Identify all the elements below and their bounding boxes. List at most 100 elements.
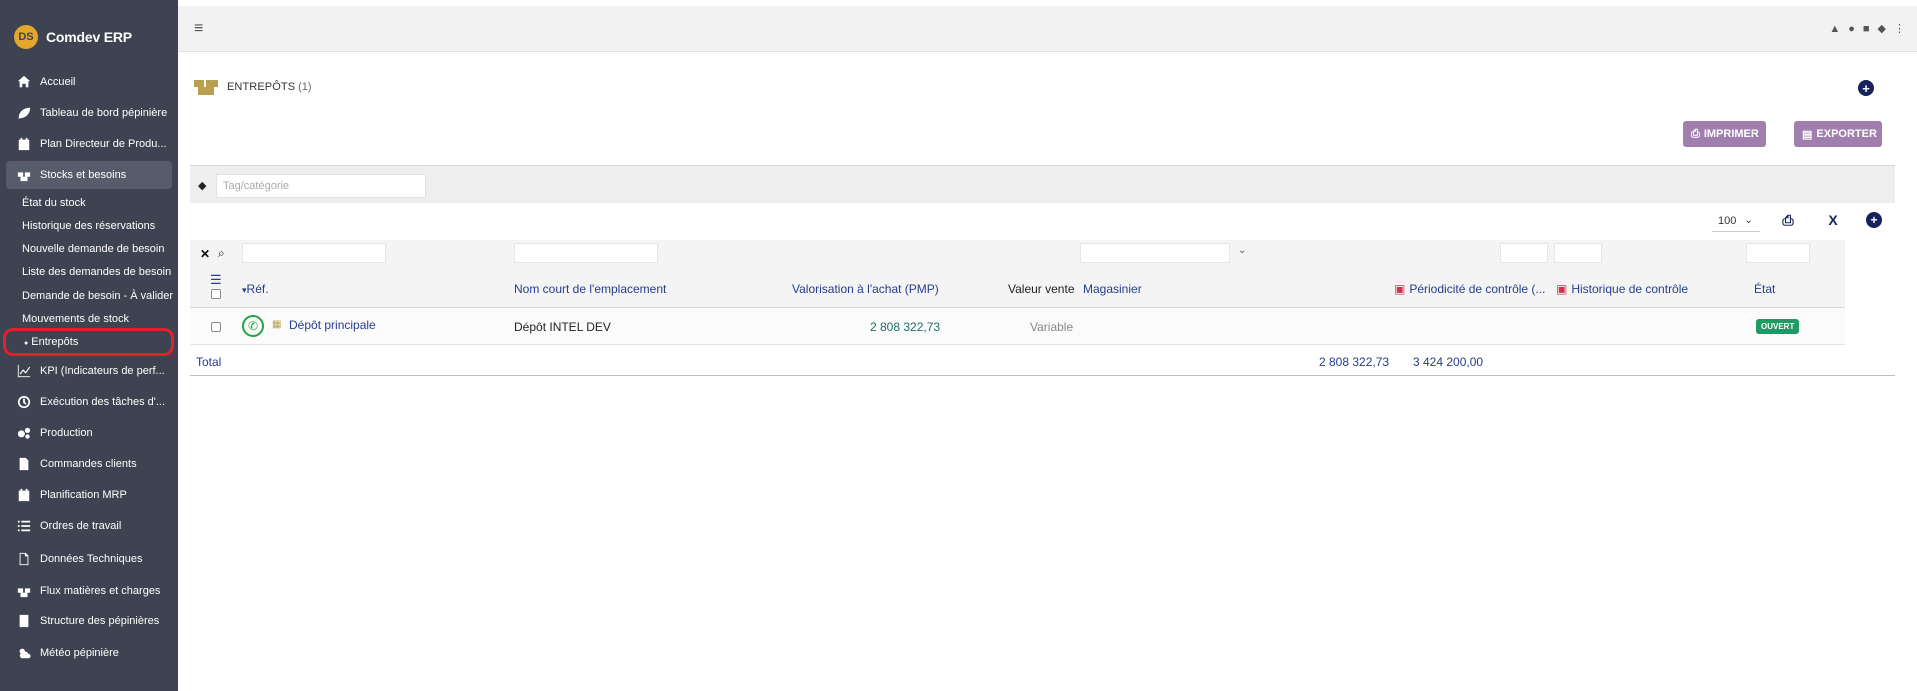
print-list-icon[interactable]: ⎙ (1779, 212, 1797, 230)
sidebar-item-donnees-techniques[interactable]: Données Techniques (6, 545, 172, 573)
cell-short-name: Dépôt INTEL DEV (514, 320, 611, 334)
state-filter-select[interactable] (1746, 243, 1810, 263)
weather-icon (16, 645, 32, 661)
short-name-filter-input[interactable] (514, 243, 658, 263)
column-list-icon[interactable]: ☰ (210, 272, 222, 288)
app-title: Comdev ERP (46, 29, 132, 45)
hamburger-menu-icon[interactable]: ≡ (194, 20, 203, 38)
sidebar-item-label: Plan Directeur de Produ... (40, 138, 167, 150)
clock-icon (16, 394, 32, 410)
search-filter-row: ✕ ⌕ ⌄ (190, 240, 1845, 270)
storekeeper-filter-input[interactable] (1080, 243, 1230, 263)
sidebar-item-production[interactable]: Production (6, 419, 172, 447)
sidebar-item-plan-directeur[interactable]: Plan Directeur de Produ... (6, 130, 172, 158)
header-short-name[interactable]: Nom court de l'emplacement (514, 282, 666, 296)
add-record-button[interactable]: + (1858, 80, 1874, 96)
export-label: EXPORTER (1816, 128, 1877, 140)
header-control-period-label: Périodicité de contrôle (... (1409, 282, 1546, 296)
document-icon (16, 551, 32, 567)
sidebar-item-kpi[interactable]: KPI (Indicateurs de perf... (6, 357, 172, 385)
top-bar: ≡ ▲ ● ■ ◆ ⋮ (178, 6, 1917, 52)
control-period-filter-input[interactable] (1500, 243, 1548, 263)
header-control-period[interactable]: ▣ Périodicité de contrôle (... (1394, 282, 1545, 296)
sidebar-item-accueil[interactable]: Accueil (6, 68, 172, 96)
gears-icon (16, 425, 32, 441)
warehouse-ref-link[interactable]: Dépôt principale (289, 318, 376, 332)
home-icon (16, 74, 32, 90)
trash-icon[interactable]: ■ (1863, 23, 1870, 35)
sidebar-item-stocks[interactable]: Stocks et besoins (6, 161, 172, 189)
more-menu-icon[interactable]: ⋮ (1894, 22, 1905, 35)
control-history-filter-input[interactable] (1554, 243, 1602, 263)
header-storekeeper[interactable]: Magasinier (1083, 282, 1142, 296)
subitem-mouvements-stock[interactable]: Mouvements de stock (22, 313, 129, 325)
boxes-icon (194, 80, 218, 95)
subitem-liste-demandes[interactable]: Liste des demandes de besoin (22, 266, 171, 278)
list-icon (16, 518, 32, 534)
cell-sale-value: Variable (1030, 320, 1074, 334)
checklist-icon: ▣ (1556, 282, 1568, 296)
sidebar-item-flux-matieres[interactable]: Flux matières et charges (6, 577, 172, 605)
subitem-demande-a-valider[interactable]: Demande de besoin - À valider (22, 290, 173, 302)
sidebar-item-execution[interactable]: Exécution des tâches d'... (6, 388, 172, 416)
subitem-entrepots[interactable]: ● Entrepôts (24, 336, 78, 348)
row-checkbox[interactable] (211, 322, 221, 332)
sidebar-item-label: Commandes clients (40, 458, 137, 470)
page-header: ENTREPÔTS (1) (193, 78, 312, 96)
per-page-value: 100 (1718, 214, 1737, 227)
tag-icon: ◆ (198, 180, 207, 192)
sidebar-item-label: Météo pépinière (40, 647, 119, 659)
excel-export-icon[interactable]: X (1824, 212, 1842, 230)
sidebar-item-label: Tableau de bord pépinière (40, 107, 168, 119)
subitem-etat-du-stock[interactable]: État du stock (22, 197, 86, 209)
sidebar-item-planification-mrp[interactable]: Planification MRP (6, 481, 172, 509)
bullet-icon: ● (24, 340, 29, 347)
header-state[interactable]: État (1754, 282, 1775, 296)
sidebar-item-label: Structure des pépinières (40, 615, 160, 627)
subitem-nouvelle-demande[interactable]: Nouvelle demande de besoin (22, 243, 165, 255)
dropdown-arrow-icon[interactable]: ⌄ (1238, 245, 1246, 256)
total-row: Total 2 808 322,73 3 424 200,00 (190, 346, 1895, 376)
notification-icon[interactable]: ▲ (1829, 23, 1840, 35)
building-icon (16, 613, 32, 629)
sidebar-item-label: KPI (Indicateurs de perf... (40, 365, 165, 377)
whatsapp-icon[interactable]: ✆ (242, 315, 264, 337)
user-avatar-icon[interactable]: ◆ (1878, 22, 1886, 35)
per-page-select[interactable]: 100 ⌄ (1712, 210, 1760, 232)
sidebar-item-ordres-travail[interactable]: Ordres de travail (6, 512, 172, 540)
header-sale-value[interactable]: Valeur vente (1008, 282, 1075, 296)
sidebar-item-label: Accueil (40, 76, 76, 88)
header-control-history-label: Historique de contrôle (1571, 282, 1689, 296)
add-row-icon[interactable]: + (1866, 212, 1882, 228)
total-valuation: 2 808 322,73 (1319, 355, 1390, 369)
clear-filter-icon[interactable]: ✕ (200, 247, 210, 261)
export-button[interactable]: ▤ EXPORTER (1794, 121, 1882, 147)
file-icon: ▤ (1802, 128, 1813, 141)
sidebar-item-tableau-de-bord[interactable]: Tableau de bord pépinière (6, 99, 172, 127)
search-icon[interactable]: ⌕ (218, 246, 225, 261)
sidebar-item-label: Production (40, 427, 93, 439)
leaf-icon (16, 105, 32, 121)
boxes-icon: ▦ (272, 319, 282, 330)
sidebar-item-label: Données Techniques (40, 553, 143, 565)
subitem-historique-reservations[interactable]: Historique des réservations (22, 220, 155, 232)
ref-filter-input[interactable] (242, 243, 386, 263)
table-row[interactable]: ✆ ▦ Dépôt principale Dépôt INTEL DEV 2 8… (190, 308, 1845, 345)
header-valuation[interactable]: Valorisation à l'achat (PMP) (792, 282, 939, 296)
print-button[interactable]: ⎙ IMPRIMER (1683, 121, 1766, 147)
header-control-history[interactable]: ▣ Historique de contrôle (1556, 282, 1688, 296)
cell-valuation: 2 808 322,73 (870, 320, 941, 334)
sidebar-item-label: Ordres de travail (40, 520, 122, 532)
sidebar-item-meteo[interactable]: Météo pépinière (6, 639, 172, 667)
select-all-checkbox[interactable] (211, 289, 221, 299)
sidebar-item-label: Planification MRP (40, 489, 127, 501)
chat-icon[interactable]: ● (1848, 23, 1855, 35)
sidebar-item-label: Exécution des tâches d'... (40, 396, 166, 408)
top-right-icons: ▲ ● ■ ◆ ⋮ (1829, 22, 1905, 36)
brand[interactable]: DS Comdev ERP (0, 22, 178, 52)
tag-category-input[interactable]: Tag/catégorie (216, 174, 426, 198)
sidebar-item-commandes[interactable]: Commandes clients (6, 450, 172, 478)
chart-icon (16, 363, 32, 379)
header-ref[interactable]: ▾Réf. (242, 282, 269, 296)
sidebar-item-structure-pepinieres[interactable]: Structure des pépinières (6, 607, 172, 635)
